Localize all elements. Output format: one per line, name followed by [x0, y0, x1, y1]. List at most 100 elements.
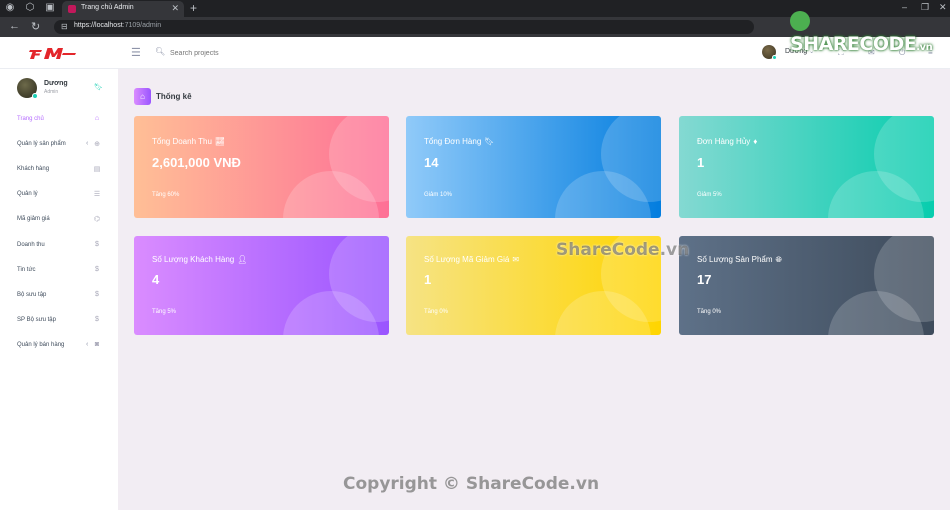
stat-card-value: 2,601,000 VNĐ	[152, 155, 241, 170]
bookmark-badge-icon: 🔖︎	[94, 84, 103, 91]
close-tab-icon[interactable]: ✕	[171, 3, 179, 14]
dollar-icon: $	[95, 316, 99, 323]
sidebar-item-bo-suu-tap[interactable]: Bộ sưu tập $	[0, 289, 118, 303]
crosshair-icon: ⊕	[94, 141, 100, 148]
stat-card-title-text: Số Lượng Mã Giảm Giá	[424, 255, 510, 264]
stat-card-subtext: Tăng 5%	[152, 309, 177, 315]
sidebar-item-sp-bo-suu-tap[interactable]: SP Bộ sưu tập $	[0, 314, 118, 328]
stat-card-value: 4	[152, 272, 160, 287]
chevron-left-icon: ‹	[86, 341, 89, 348]
sidebar-item-trang-chu[interactable]: Trang chủ ⌂	[0, 113, 118, 127]
favicon-icon	[68, 5, 76, 13]
url-text: https://localhost:7109/admin	[74, 22, 161, 29]
sidebar-item-quan-ly-san-pham[interactable]: Quản lý sản phẩm ‹ ⊕	[0, 138, 118, 152]
sidebar-item-doanh-thu[interactable]: Doanh thu $	[0, 239, 118, 253]
sidebar-item-label: Doanh thu	[17, 242, 45, 248]
sidebar-item-quan-ly-ban-hang[interactable]: Quản lý bán hàng ‹ ◙	[0, 339, 118, 353]
sidebar-item-tin-tuc[interactable]: Tin tức $	[0, 264, 118, 278]
stat-card-total-revenue: Tổng Doanh Thu 📈︎ 2,601,000 VNĐ Tăng 60%	[134, 116, 389, 218]
url-path: :7109/admin	[122, 22, 162, 29]
sharecode-logo-watermark: SHARECODE.vn	[790, 11, 950, 55]
stat-card-title-text: Đơn Hàng Hủy	[697, 137, 751, 146]
stat-card-value: 1	[697, 155, 705, 170]
tab-title: Trang chủ Admin	[81, 4, 134, 11]
dollar-icon: $	[95, 291, 99, 298]
url-field[interactable]: ⊟ https://localhost:7109/admin	[54, 20, 754, 34]
list-icon: ☰	[93, 191, 101, 198]
sidebar-item-label: SP Bộ sưu tập	[17, 317, 56, 323]
sidebar-item-label: Bộ sưu tập	[17, 292, 47, 298]
sidebar-item-ma-giam-gia[interactable]: Mã giảm giá ⌬	[0, 213, 118, 227]
tags-icon: ⌬	[93, 216, 101, 223]
url-host: https://localhost	[74, 22, 123, 29]
watermark-logo-text: SHARECODE	[790, 33, 917, 55]
stat-card-subtext: Tăng 0%	[424, 309, 449, 315]
stat-card-subtext: Giảm 5%	[697, 192, 722, 198]
stat-card-subtext: Tăng 0%	[697, 309, 722, 315]
profile-role: Admin	[44, 89, 59, 95]
watermark-logo-suffix: .vn	[916, 42, 933, 53]
stat-card-customers: Số Lượng Khách Hàng 👤︎ 4 Tăng 5%	[134, 236, 389, 335]
sidebar-item-label: Mã giảm giá	[17, 216, 50, 222]
stat-card-value: 17	[697, 272, 712, 287]
site-info-icon[interactable]: ⊟	[61, 22, 68, 31]
chevron-left-icon: ‹	[86, 140, 89, 147]
page-title: Thống kê	[156, 92, 192, 101]
leaf-icon	[790, 11, 810, 31]
sidebar-item-label: Quản lý bán hàng	[17, 342, 65, 348]
contacts-icon: ▤	[93, 166, 101, 173]
stat-card-title: Tổng Doanh Thu 📈︎	[152, 137, 225, 146]
profile-name: Dương	[44, 80, 68, 87]
stat-card-value: 1	[424, 272, 432, 287]
online-status-dot	[32, 93, 38, 99]
stat-card-subtext: Giảm 10%	[424, 192, 453, 198]
tab-actions-icon[interactable]: ▣	[44, 2, 56, 14]
bookmark-icon: 🔖︎	[484, 137, 495, 146]
brand-logo[interactable]	[28, 45, 92, 61]
sidebar-item-label: Quản lý sản phẩm	[17, 141, 66, 147]
dollar-icon: $	[95, 266, 99, 273]
chart-line-icon: 📈︎	[214, 137, 226, 146]
sidebar-item-label: Khách hàng	[17, 166, 50, 172]
search-icon: 🔍︎	[155, 47, 166, 56]
profile-avatar[interactable]	[17, 78, 38, 99]
stat-card-title-text: Tổng Doanh Thu	[152, 137, 212, 146]
sidebar-item-label: Quản lý	[17, 191, 38, 197]
browser-tab[interactable]: Trang chủ Admin ✕	[62, 1, 184, 17]
user-icon: 👤︎	[237, 255, 248, 264]
stat-card-subtext: Tăng 60%	[152, 192, 180, 198]
stat-card-title: Tổng Đơn Hàng 🔖︎	[424, 137, 494, 146]
home-icon: ⌂	[134, 88, 151, 105]
dollar-icon: $	[95, 241, 99, 248]
stat-card-title-text: Tổng Đơn Hàng	[424, 137, 482, 146]
stat-card-title: Đơn Hàng Hủy ♦	[697, 137, 757, 146]
menu-toggle-icon[interactable]: ☰	[131, 46, 141, 59]
search-input[interactable]	[170, 46, 350, 60]
stat-card-title: Số Lượng Sản Phẩm 🌐︎	[697, 255, 782, 265]
watermark-copyright: Copyright © ShareCode.vn	[343, 474, 600, 494]
stat-card-total-orders: Tổng Đơn Hàng 🔖︎ 14 Giảm 10%	[406, 116, 661, 218]
sidebar-item-label: Trang chủ	[17, 116, 44, 122]
online-status-dot	[772, 55, 777, 60]
profile-icon[interactable]: ◉	[4, 2, 16, 14]
stat-card-title-text: Số Lượng Khách Hàng	[152, 255, 235, 264]
new-tab-icon[interactable]: +	[190, 1, 197, 15]
stat-card-cancelled-orders: Đơn Hàng Hủy ♦ 1 Giảm 5%	[679, 116, 934, 218]
camera-icon: ◙	[94, 341, 100, 348]
sidebar-item-quan-ly[interactable]: Quản lý ☰	[0, 188, 118, 202]
stat-card-products: Số Lượng Sản Phẩm 🌐︎ 17 Tăng 0%	[679, 236, 934, 335]
user-avatar[interactable]	[762, 45, 777, 60]
stat-card-value: 14	[424, 155, 439, 170]
reload-icon[interactable]: ↻	[31, 20, 40, 33]
home-icon: ⌂	[94, 115, 100, 122]
stat-card-title-text: Số Lượng Sản Phẩm	[697, 255, 773, 264]
sidebar-item-label: Tin tức	[17, 267, 36, 273]
sidebar: Dương Admin 🔖︎ Trang chủ ⌂ Quản lý sản p…	[0, 69, 118, 510]
back-icon[interactable]: ←	[9, 20, 20, 32]
extensions-icon[interactable]: ⬡	[24, 2, 36, 14]
mail-icon: ✉	[512, 255, 520, 264]
sidebar-item-khach-hang[interactable]: Khách hàng ▤	[0, 163, 118, 177]
stat-card-title: Số Lượng Khách Hàng 👤︎	[152, 255, 247, 264]
watermark-center: ShareCode.vn	[556, 240, 690, 260]
diamond-icon: ♦	[753, 137, 758, 146]
